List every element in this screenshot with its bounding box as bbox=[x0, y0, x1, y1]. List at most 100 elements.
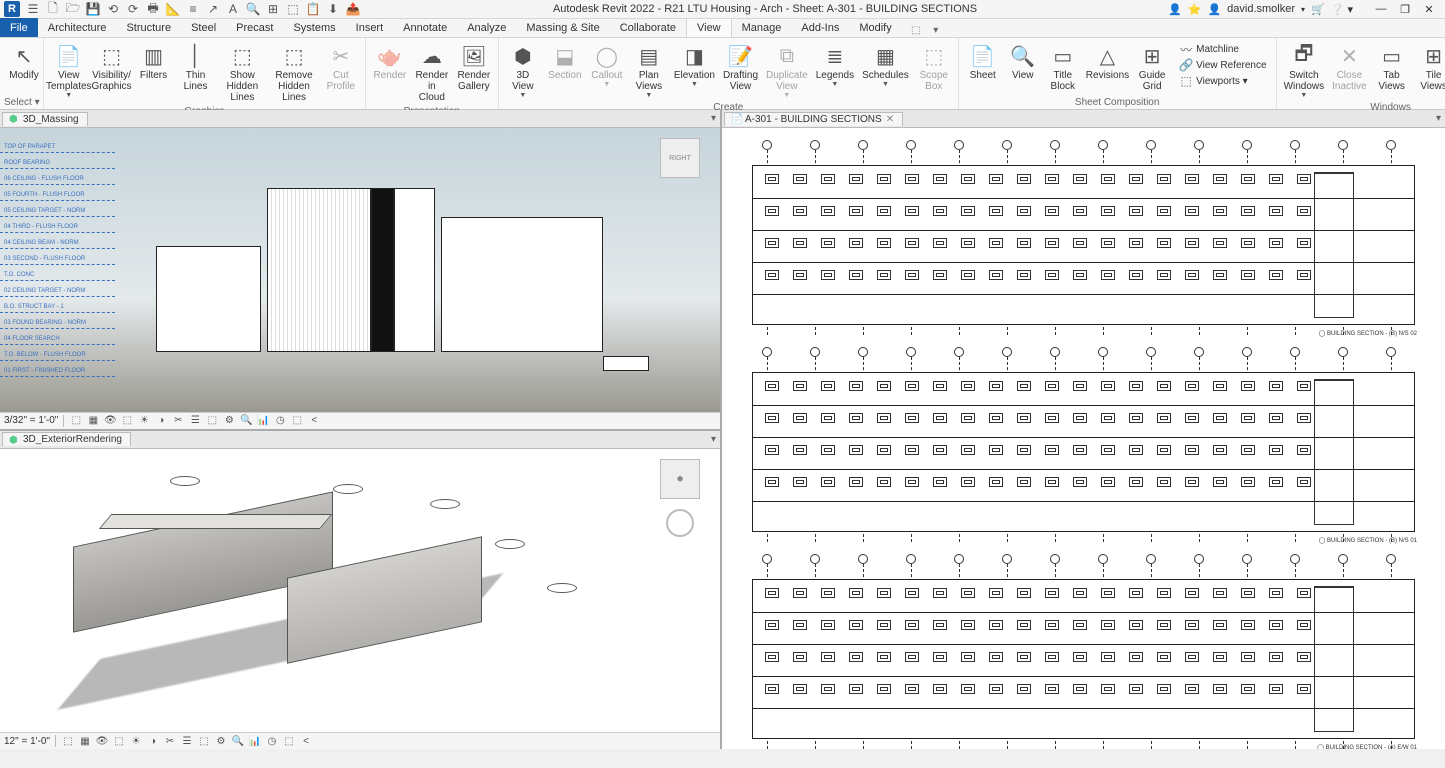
qat-find[interactable]: 🔍 bbox=[244, 1, 262, 17]
graphics-show-hidden-lines-button[interactable]: ⬚ShowHidden Lines bbox=[218, 40, 268, 105]
tab-annotate[interactable]: Annotate bbox=[393, 18, 457, 37]
sheet-guide-grid-button[interactable]: ⊞GuideGrid bbox=[1132, 40, 1172, 94]
graphics-visibility-graphics-button[interactable]: ⬚Visibility/Graphics bbox=[92, 40, 132, 94]
create-schedules-button[interactable]: ▦Schedules▼ bbox=[859, 40, 912, 90]
create-legends-button[interactable]: ≣Legends▼ bbox=[813, 40, 857, 90]
qat-open[interactable]: 🗁 bbox=[64, 1, 82, 17]
viewctrl-14[interactable]: < bbox=[299, 734, 313, 748]
create--d-view-button[interactable]: ⬢3DView▼ bbox=[503, 40, 543, 101]
steering-wheel-icon[interactable] bbox=[666, 509, 694, 537]
qat-close-hidden[interactable]: 📋 bbox=[304, 1, 322, 17]
sheet-sheet-button[interactable]: 📄Sheet bbox=[963, 40, 1003, 94]
tab-insert[interactable]: Insert bbox=[346, 18, 394, 37]
qat-thin-lines[interactable]: ⬚ bbox=[284, 1, 302, 17]
qat-share[interactable]: 📤 bbox=[344, 1, 362, 17]
viewctrl-12[interactable]: ◷ bbox=[273, 414, 287, 428]
qat-new[interactable]: 🗋 bbox=[44, 1, 62, 17]
viewctrl-3[interactable]: ⬚ bbox=[120, 414, 134, 428]
qat-measure[interactable]: 📐 bbox=[164, 1, 182, 17]
view-cube[interactable]: ⬢ bbox=[660, 459, 700, 499]
sheet-revisions-button[interactable]: △Revisions bbox=[1083, 40, 1132, 94]
tab-manage[interactable]: Manage bbox=[732, 18, 792, 37]
sheet-view-button[interactable]: 🔍View bbox=[1003, 40, 1043, 94]
viewctrl-13[interactable]: ⬚ bbox=[290, 414, 304, 428]
tab-steel[interactable]: Steel bbox=[181, 18, 226, 37]
view-cube[interactable]: RIGHT bbox=[660, 138, 700, 178]
user-icon[interactable]: 👤 bbox=[1207, 3, 1221, 16]
sheet-matchline-button[interactable]: 〰Matchline bbox=[1177, 41, 1268, 57]
close-button[interactable]: ✕ bbox=[1417, 1, 1441, 17]
tab-view[interactable]: View bbox=[686, 18, 732, 37]
create-drafting-view-button[interactable]: 📝DraftingView bbox=[720, 40, 761, 94]
tab-analyze[interactable]: Analyze bbox=[457, 18, 516, 37]
user-name[interactable]: david.smolker bbox=[1227, 3, 1295, 15]
tab-precast[interactable]: Precast bbox=[226, 18, 283, 37]
viewctrl-8[interactable]: ⬚ bbox=[205, 414, 219, 428]
tab-modify[interactable]: Modify bbox=[849, 18, 901, 37]
viewctrl-7[interactable]: ☰ bbox=[188, 414, 202, 428]
viewctrl-11[interactable]: 📊 bbox=[248, 734, 262, 748]
view-tab-3d-exterior[interactable]: ⬢ 3D_ExteriorRendering bbox=[2, 432, 131, 446]
viewctrl-5[interactable]: ◑ bbox=[154, 414, 168, 428]
tab-massing-site[interactable]: Massing & Site bbox=[516, 18, 609, 37]
tab-close-icon[interactable]: ✕ bbox=[886, 114, 894, 125]
viewctrl-13[interactable]: ⬚ bbox=[282, 734, 296, 748]
viewctrl-14[interactable]: < bbox=[307, 414, 321, 428]
viewctrl-9[interactable]: ⚙ bbox=[222, 414, 236, 428]
tab-file[interactable]: File bbox=[0, 18, 38, 37]
graphics-thin-lines-button[interactable]: │ThinLines bbox=[176, 40, 216, 94]
qat-undo[interactable]: ⟲ bbox=[104, 1, 122, 17]
ribbon-end-1[interactable]: ▾ bbox=[928, 23, 944, 37]
presentation-render-gallery-button[interactable]: 🖼RenderGallery bbox=[454, 40, 494, 94]
qat-dropdown[interactable]: ⬇ bbox=[324, 1, 342, 17]
viewctrl-3[interactable]: ⬚ bbox=[112, 734, 126, 748]
scale-label[interactable]: 12" = 1'-0" bbox=[4, 736, 50, 747]
viewctrl-0[interactable]: ⬚ bbox=[61, 734, 75, 748]
viewctrl-6[interactable]: ✂ bbox=[163, 734, 177, 748]
favorite-icon[interactable]: 🛒 bbox=[1311, 3, 1325, 16]
signin-icon[interactable]: ⭐ bbox=[1188, 3, 1202, 16]
viewctrl-8[interactable]: ⬚ bbox=[197, 734, 211, 748]
tab-add-ins[interactable]: Add-Ins bbox=[791, 18, 849, 37]
viewctrl-7[interactable]: ☰ bbox=[180, 734, 194, 748]
sheet-title-block-button[interactable]: ▭TitleBlock bbox=[1043, 40, 1083, 94]
sheet-view-reference-button[interactable]: 🔗View Reference bbox=[1177, 57, 1268, 73]
qat-text[interactable]: A bbox=[224, 1, 242, 17]
qat-menu[interactable]: ☰ bbox=[24, 1, 42, 17]
windows-switch-windows-button[interactable]: 🗗SwitchWindows▼ bbox=[1281, 40, 1328, 101]
viewctrl-4[interactable]: ☀ bbox=[129, 734, 143, 748]
view-3d-massing[interactable]: TOP OF PARAPETROOF BEARING06 CEILING - F… bbox=[0, 128, 720, 412]
graphics-view-templates-button[interactable]: 📄ViewTemplates▼ bbox=[48, 40, 90, 101]
sheet-viewports--button[interactable]: ⬚Viewports ▾ bbox=[1177, 73, 1268, 89]
view-options-topleft[interactable]: ▾ bbox=[707, 113, 720, 124]
qat-align[interactable]: ≡ bbox=[184, 1, 202, 17]
create-plan-views-button[interactable]: ▤PlanViews▼ bbox=[629, 40, 669, 101]
viewctrl-1[interactable]: ▦ bbox=[78, 734, 92, 748]
viewctrl-10[interactable]: 🔍 bbox=[239, 414, 253, 428]
ribbon-end-0[interactable]: ⬚ bbox=[908, 23, 924, 37]
view-3d-exterior[interactable]: ⬢ bbox=[0, 449, 720, 733]
view-options-right[interactable]: ▾ bbox=[1432, 113, 1445, 124]
viewctrl-0[interactable]: ⬚ bbox=[69, 414, 83, 428]
view-tab-3d-massing[interactable]: ⬢ 3D_Massing bbox=[2, 112, 88, 126]
tab-collaborate[interactable]: Collaborate bbox=[610, 18, 686, 37]
qat-print[interactable]: 🖶 bbox=[144, 1, 162, 17]
restore-button[interactable]: ❐ bbox=[1393, 1, 1417, 17]
minimize-button[interactable]: — bbox=[1369, 1, 1393, 17]
presentation-render-in-cloud-button[interactable]: ☁Renderin Cloud bbox=[412, 40, 452, 105]
viewctrl-5[interactable]: ◑ bbox=[146, 734, 160, 748]
windows-tab-views-button[interactable]: ▭TabViews bbox=[1372, 40, 1412, 94]
viewctrl-4[interactable]: ☀ bbox=[137, 414, 151, 428]
viewctrl-11[interactable]: 📊 bbox=[256, 414, 270, 428]
user-drop-icon[interactable]: ▾ bbox=[1301, 5, 1305, 14]
viewctrl-12[interactable]: ◷ bbox=[265, 734, 279, 748]
viewctrl-6[interactable]: ✂ bbox=[171, 414, 185, 428]
qat-save[interactable]: 💾 bbox=[84, 1, 102, 17]
qat-switch-windows[interactable]: ⊞ bbox=[264, 1, 282, 17]
scale-label[interactable]: 3/32" = 1'-0" bbox=[4, 415, 58, 426]
windows-tile-views-button[interactable]: ⊞TileViews bbox=[1414, 40, 1445, 94]
graphics-filters-button[interactable]: ▥Filters bbox=[134, 40, 174, 83]
graphics-remove-hidden-lines-button[interactable]: ⬚RemoveHidden Lines bbox=[269, 40, 319, 105]
view-sheet-a301[interactable]: ◯ BUILDING SECTION - (B) N/S 02◯ BUILDIN… bbox=[722, 128, 1445, 749]
tab-systems[interactable]: Systems bbox=[283, 18, 345, 37]
